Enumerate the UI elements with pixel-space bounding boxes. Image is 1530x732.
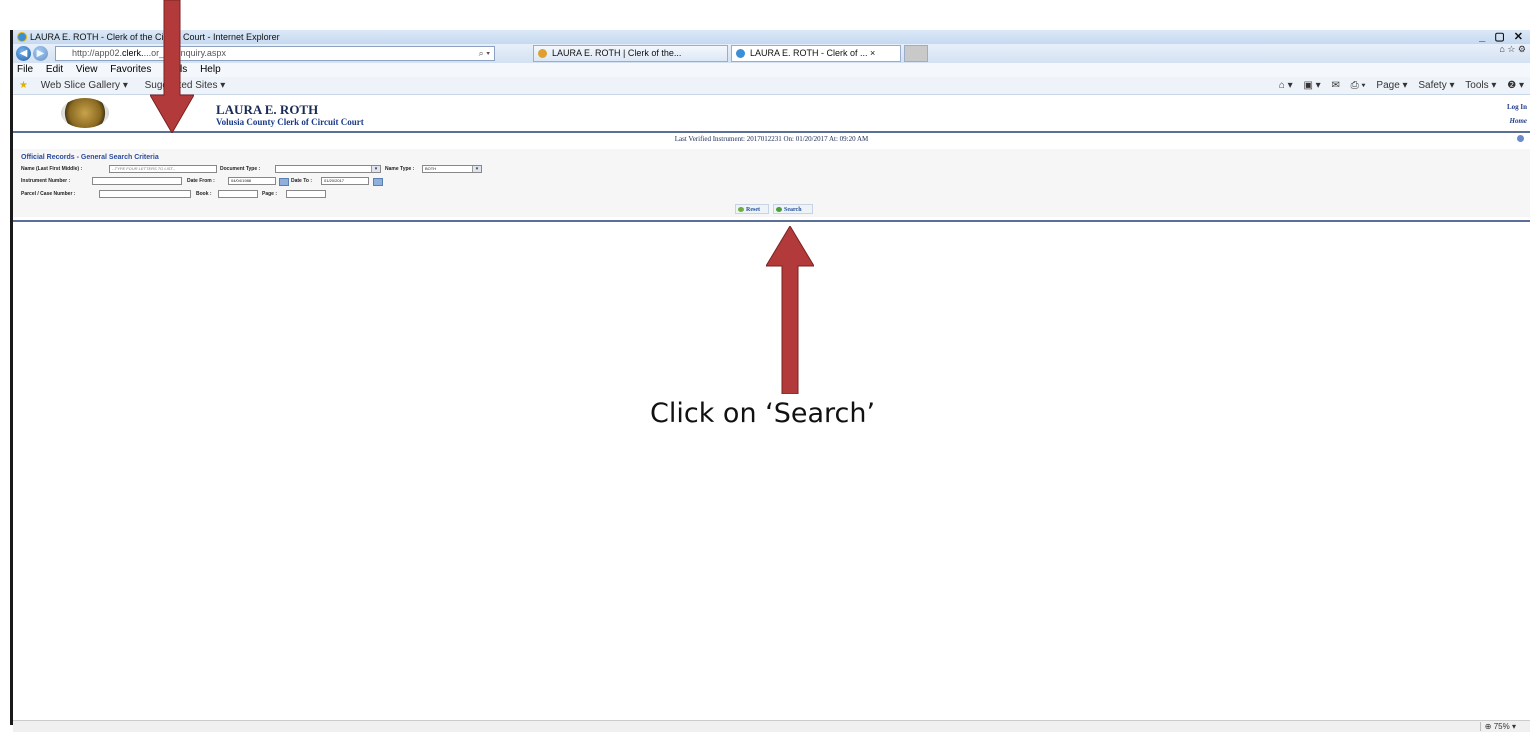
reset-label: Reset [746,207,760,213]
mail-icon[interactable]: ✉ [1331,80,1339,91]
book-label: Book : [196,191,212,197]
menu-help[interactable]: Help [200,64,221,75]
tab-active[interactable]: LAURA E. ROTH - Clerk of ... × [731,45,901,62]
fav-web-slice[interactable]: Web Slice Gallery ▾ [41,80,128,91]
office-name: LAURA E. ROTH [216,102,319,117]
annotation-arrow-up [766,226,814,394]
name-type-select[interactable]: BOTH ▾ [422,165,482,173]
window-controls[interactable]: _ ▢ ✕ [1479,30,1526,43]
new-tab-button[interactable] [904,45,928,62]
login-link[interactable]: Log In [1507,103,1527,111]
address-input[interactable]: http://app02.clerk....or_inq/inquiry.asp… [55,46,495,61]
home-link[interactable]: Home [1510,117,1528,125]
status-bar: ⊕ 75% ▾ [13,720,1530,732]
window-titlebar: LAURA E. ROTH - Clerk of the Circuit Cou… [13,30,1530,44]
ie-favicon-icon [736,49,745,58]
url-prefix: http://app02. [72,48,123,58]
search-criteria-panel: Official Records - General Search Criter… [13,149,1530,217]
parcel-case-label: Parcel / Case Number : [21,191,76,197]
document-type-select[interactable]: ▾ [275,165,381,173]
instruction-text: Click on ‘Search’ [650,398,876,429]
page-input[interactable] [286,190,326,198]
annotation-arrow-down [150,0,194,133]
form-divider [13,220,1530,222]
name-label: Name (Last First Middle) : [21,166,83,172]
print-icon[interactable]: ⎙ ▾ [1351,80,1366,91]
safety-menu[interactable]: Safety ▾ [1418,80,1454,91]
info-icon[interactable] [1517,135,1524,142]
reset-icon [738,207,744,212]
arrow-shape [766,226,814,394]
back-arrow-icon[interactable]: ◀ [16,46,31,61]
name-type-value: BOTH [425,166,437,171]
site-favicon-icon [538,49,547,58]
date-to-input[interactable]: 01/20/2017 [321,177,369,185]
tab-clerk-site[interactable]: LAURA E. ROTH | Clerk of the... [533,45,728,62]
name-type-label: Name Type : [385,166,415,172]
county-seal-logo [61,98,109,128]
arrow-shape [150,0,194,133]
document-type-label: Document Type : [220,166,261,172]
calendar-icon[interactable] [279,178,289,186]
search-label: Search [784,207,802,213]
command-bar: ⌂ ▾ ▣ ▾ ✉ ⎙ ▾ Page ▾ Safety ▾ Tools ▾ ❷ … [1271,77,1524,95]
office-subtitle: Volusia County Clerk of Circuit Court [216,117,364,127]
parcel-case-input[interactable] [99,190,191,198]
date-to-label: Date To : [291,178,313,184]
address-bar-row: ◀ ▶ http://app02.clerk....or_inq/inquiry… [13,44,1530,63]
reset-button[interactable]: Reset [735,204,769,214]
search-button[interactable]: Search [773,204,813,214]
checkmark-icon [776,207,782,212]
favorites-star-icon[interactable]: ★ [19,80,28,91]
chevron-down-icon: ▾ [371,166,380,172]
feeds-icon[interactable]: ▣ ▾ [1303,80,1320,91]
last-verified-text: Last Verified Instrument: 2017012231 On:… [674,135,869,143]
header-divider [13,131,1530,133]
menu-file[interactable]: File [17,64,33,75]
tab-label: LAURA E. ROTH - Clerk of ... × [750,48,876,58]
page-menu[interactable]: Page ▾ [1376,80,1407,91]
book-input[interactable] [218,190,258,198]
zoom-level[interactable]: ⊕ 75% ▾ [1479,722,1516,731]
home-star-gear-icons[interactable]: ⌂ ☆ ⚙ [1499,44,1526,55]
tab-label: LAURA E. ROTH | Clerk of the... [552,48,682,58]
instrument-number-input[interactable] [92,177,182,185]
menu-edit[interactable]: Edit [46,64,63,75]
chevron-down-icon: ▾ [472,166,481,172]
site-header: LAURA E. ROTH Volusia County Clerk of Ci… [13,95,1530,131]
search-criteria-title: Official Records - General Search Criter… [21,154,159,161]
ie-logo-icon [17,32,27,42]
search-dropdown-icon[interactable]: ⌕ ▾ [479,47,490,60]
help-menu[interactable]: ❷ ▾ [1507,80,1524,91]
instrument-number-label: Instrument Number : [21,178,71,184]
home-icon[interactable]: ⌂ ▾ [1279,80,1293,91]
calendar-icon[interactable] [373,178,383,186]
name-input[interactable]: --TYPE FOUR LETTERS TO LIST-- [109,165,217,173]
menu-view[interactable]: View [76,64,98,75]
forward-arrow-icon[interactable]: ▶ [33,46,48,61]
menu-bar: File Edit View Favorites Tools Help [13,63,1530,77]
page-label: Page : [262,191,278,197]
menu-favorites[interactable]: Favorites [110,64,151,75]
tools-menu[interactable]: Tools ▾ [1465,80,1496,91]
zoom-value: 75% [1493,722,1510,731]
date-from-label: Date From : [187,178,215,184]
favorites-bar: ★ Web Slice Gallery ▾ Suggested Sites ▾ … [13,77,1530,95]
date-from-input[interactable]: 04/04/1988 [228,177,276,185]
url-domain: clerk. [122,48,144,58]
